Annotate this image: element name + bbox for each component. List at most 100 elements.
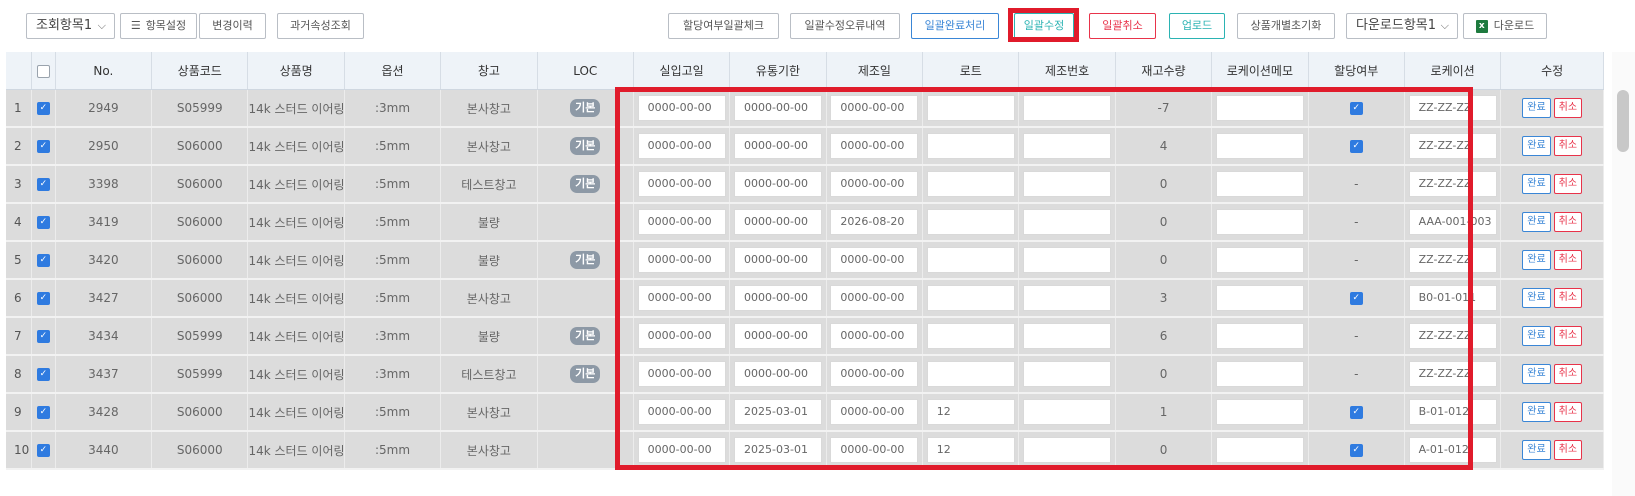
header-stock-qty[interactable]: 재고수량: [1115, 52, 1213, 90]
mfg-number-input[interactable]: [1023, 209, 1112, 235]
location-memo-input[interactable]: [1215, 323, 1304, 349]
row-complete-button[interactable]: 완료: [1522, 136, 1551, 156]
location-input[interactable]: ZZ-ZZ-ZZ: [1408, 171, 1497, 197]
allocation-checkbox[interactable]: ✓: [1349, 102, 1363, 115]
table-row[interactable]: 6 ✓ 3427 S06000 14k 스터드 이어링:5mm 본사창고 0000-00-0…: [6, 279, 1604, 318]
header-lot[interactable]: 로트: [922, 52, 1020, 90]
lot-input[interactable]: [926, 247, 1015, 273]
mfg-number-input[interactable]: [1023, 95, 1112, 121]
location-input[interactable]: AAA-001-003: [1408, 209, 1497, 235]
view-select[interactable]: 조회항목1 ⌵: [26, 13, 115, 39]
table-row[interactable]: 1 ✓ 2949 S05999 14k 스터드 이어링:3mm 본사창고 기본 0000-00…: [6, 89, 1604, 128]
expiry-date-input[interactable]: 0000-00-00: [734, 171, 823, 197]
lot-input[interactable]: [926, 361, 1015, 387]
table-row[interactable]: 9 ✓ 3428 S06000 14k 스터드 이어링:5mm 본사창고 0000-00-0…: [6, 393, 1604, 432]
select-all-checkbox[interactable]: [36, 64, 50, 78]
lot-input[interactable]: [926, 95, 1015, 121]
expiry-date-input[interactable]: 0000-00-00: [734, 95, 823, 121]
row-cancel-button[interactable]: 취소: [1553, 402, 1583, 422]
allocation-check-button[interactable]: 할당여부일괄체크: [668, 13, 779, 39]
row-checkbox[interactable]: ✓: [36, 254, 50, 267]
inbound-date-input[interactable]: 0000-00-00: [637, 247, 726, 273]
settings-button[interactable]: ☰ 항목설정: [120, 13, 197, 39]
inbound-date-input[interactable]: 0000-00-00: [637, 285, 726, 311]
header-select-all[interactable]: [31, 52, 56, 90]
row-checkbox[interactable]: ✓: [36, 140, 50, 153]
location-memo-input[interactable]: [1215, 247, 1304, 273]
header-location-memo[interactable]: 로케이션메모: [1211, 52, 1309, 90]
bulk-cancel-button[interactable]: 일괄취소: [1089, 13, 1156, 39]
header-product-code[interactable]: 상품코드: [151, 52, 249, 90]
allocation-checkbox[interactable]: ✓: [1349, 406, 1363, 419]
mfg-number-input[interactable]: [1023, 399, 1112, 425]
location-memo-input[interactable]: [1215, 95, 1304, 121]
mfg-number-input[interactable]: [1023, 171, 1112, 197]
inbound-date-input[interactable]: 0000-00-00: [637, 209, 726, 235]
location-memo-input[interactable]: [1215, 285, 1304, 311]
row-complete-button[interactable]: 완료: [1522, 174, 1551, 194]
row-complete-button[interactable]: 완료: [1522, 326, 1551, 346]
row-checkbox[interactable]: ✓: [36, 406, 50, 419]
header-expiry-date[interactable]: 유통기한: [729, 52, 827, 90]
location-memo-input[interactable]: [1215, 437, 1304, 463]
location-memo-input[interactable]: [1215, 361, 1304, 387]
location-memo-input[interactable]: [1215, 171, 1304, 197]
location-memo-input[interactable]: [1215, 399, 1304, 425]
location-input[interactable]: ZZ-ZZ-ZZ: [1408, 323, 1497, 349]
table-row[interactable]: 7 ✓ 3434 S05999 14k 스터드 이어링:3mm 불량 기본 0000-00-0…: [6, 317, 1604, 356]
lot-input[interactable]: 12: [926, 399, 1015, 425]
row-complete-button[interactable]: 완료: [1522, 402, 1551, 422]
row-cancel-button[interactable]: 취소: [1553, 326, 1583, 346]
table-row[interactable]: 8 ✓ 3437 S05999 14k 스터드 이어링:3mm 테스트창고 기본 0000-0…: [6, 355, 1604, 394]
row-complete-button[interactable]: 완료: [1522, 250, 1551, 270]
table-row[interactable]: 3 ✓ 3398 S06000 14k 스터드 이어링:5mm 테스트창고 기본 0000-0…: [6, 165, 1604, 204]
scrollbar-thumb[interactable]: [1617, 90, 1629, 152]
mfg-date-input[interactable]: 0000-00-00: [830, 171, 919, 197]
mfg-number-input[interactable]: [1023, 133, 1112, 159]
mfg-number-input[interactable]: [1023, 323, 1112, 349]
mfg-date-input[interactable]: 2026-08-20: [830, 209, 919, 235]
mfg-number-input[interactable]: [1023, 285, 1112, 311]
header-loc[interactable]: LOC: [537, 52, 634, 90]
mfg-number-input[interactable]: [1023, 247, 1112, 273]
lot-input[interactable]: [926, 171, 1015, 197]
download-button[interactable]: x 다운로드: [1463, 13, 1547, 39]
location-input[interactable]: ZZ-ZZ-ZZ: [1408, 133, 1497, 159]
header-allocation[interactable]: 할당여부: [1308, 52, 1405, 90]
expiry-date-input[interactable]: 0000-00-00: [734, 209, 823, 235]
row-cancel-button[interactable]: 취소: [1553, 212, 1583, 232]
mfg-date-input[interactable]: 0000-00-00: [830, 437, 919, 463]
mfg-date-input[interactable]: 0000-00-00: [830, 285, 919, 311]
location-input[interactable]: ZZ-ZZ-ZZ: [1408, 95, 1497, 121]
location-input[interactable]: ZZ-ZZ-ZZ: [1408, 361, 1497, 387]
row-complete-button[interactable]: 완료: [1522, 364, 1551, 384]
lot-input[interactable]: [926, 285, 1015, 311]
table-row[interactable]: 10 ✓ 3440 S06000 14k 스터드 이어링:5mm 본사창고 0000-00-…: [6, 431, 1604, 470]
mfg-number-input[interactable]: [1023, 437, 1112, 463]
location-input[interactable]: B0-01-011: [1408, 285, 1497, 311]
header-no[interactable]: No.: [55, 52, 153, 90]
expiry-date-input[interactable]: 0000-00-00: [734, 247, 823, 273]
expiry-date-input[interactable]: 2025-03-01: [734, 399, 823, 425]
mfg-date-input[interactable]: 0000-00-00: [830, 133, 919, 159]
header-product-name[interactable]: 상품명: [247, 52, 345, 90]
row-complete-button[interactable]: 완료: [1522, 212, 1551, 232]
row-checkbox[interactable]: ✓: [36, 330, 50, 343]
vertical-scrollbar[interactable]: [1612, 52, 1635, 496]
lot-input[interactable]: 12: [926, 437, 1015, 463]
row-checkbox[interactable]: ✓: [36, 102, 50, 115]
row-checkbox[interactable]: ✓: [36, 178, 50, 191]
row-cancel-button[interactable]: 취소: [1553, 440, 1583, 460]
mfg-date-input[interactable]: 0000-00-00: [830, 361, 919, 387]
inbound-date-input[interactable]: 0000-00-00: [637, 133, 726, 159]
inbound-date-input[interactable]: 0000-00-00: [637, 323, 726, 349]
allocation-checkbox[interactable]: ✓: [1349, 444, 1363, 457]
bulk-error-history-button[interactable]: 일괄수정오류내역: [790, 13, 900, 39]
table-row[interactable]: 4 ✓ 3419 S06000 14k 스터드 이어링:5mm 불량 0000-00-00 0…: [6, 203, 1604, 242]
location-input[interactable]: B-01-012: [1408, 399, 1497, 425]
location-input[interactable]: A-01-012: [1408, 437, 1497, 463]
allocation-checkbox[interactable]: ✓: [1349, 292, 1363, 305]
row-complete-button[interactable]: 완료: [1522, 440, 1551, 460]
header-mfg-date[interactable]: 제조일: [826, 52, 924, 90]
row-complete-button[interactable]: 완료: [1522, 288, 1551, 308]
